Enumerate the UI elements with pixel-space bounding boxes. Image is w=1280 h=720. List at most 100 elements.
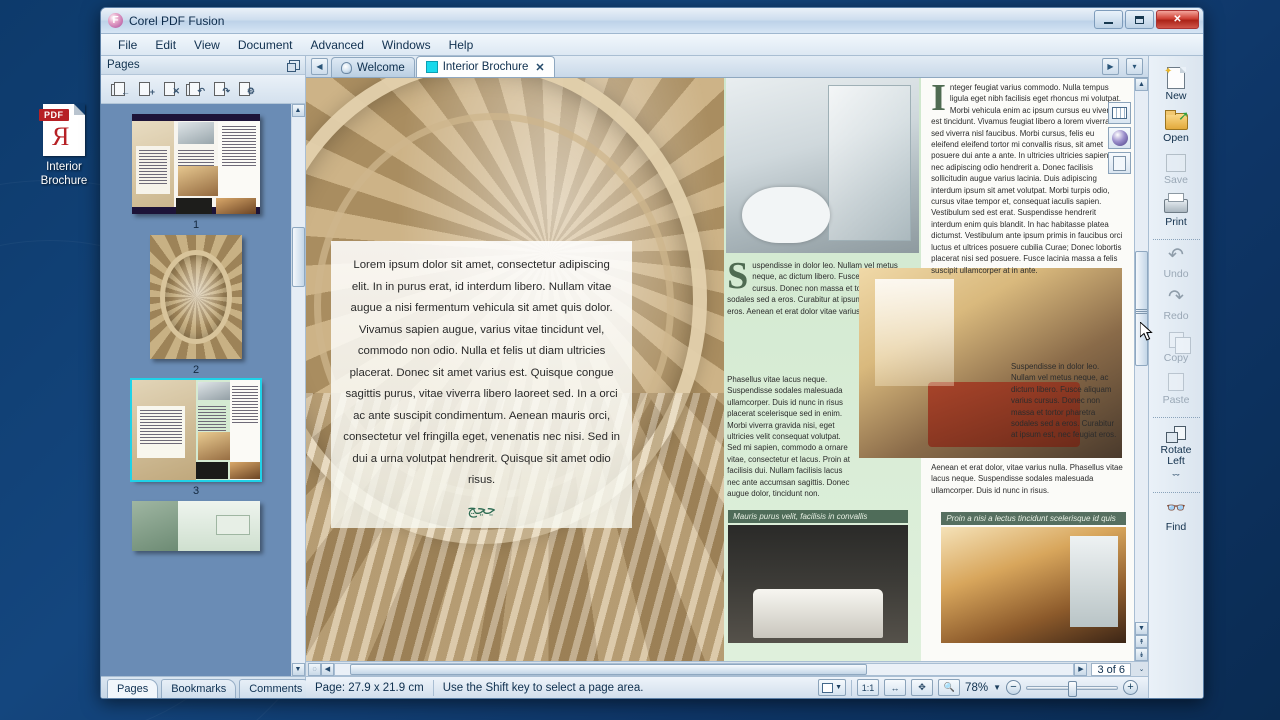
fit-page-icon[interactable]: ✥ xyxy=(911,679,933,696)
zoom-slider-knob[interactable] xyxy=(1068,681,1077,697)
thumbnail-scroll-track[interactable] xyxy=(292,117,305,663)
right-column-para1-text: nteger feugiat varius commodo. Nulla tem… xyxy=(931,83,1122,275)
page-scroll-down-button[interactable]: ▼ xyxy=(1135,622,1148,635)
page-vertical-scrollbar[interactable]: ▲ ▼ ↟ ↡ xyxy=(1134,78,1148,661)
scroll-up-button[interactable]: ▲ xyxy=(292,104,305,117)
hscroll-right-button[interactable]: ▶ xyxy=(1074,663,1087,676)
thumbnail-scroll-thumb[interactable] xyxy=(292,227,305,287)
toolbar-new-label: New xyxy=(1165,91,1186,102)
hscroll-split-button[interactable]: ◌ xyxy=(308,663,321,676)
delete-page-icon[interactable]: ✕ xyxy=(161,81,179,98)
tabs-scroll-right-button[interactable]: ▶ xyxy=(1102,58,1119,75)
caption-left: Mauris purus velit, facilisis in convall… xyxy=(728,510,908,523)
panel-tab-bookmarks[interactable]: Bookmarks xyxy=(161,679,236,698)
actual-size-icon[interactable]: 1:1 xyxy=(857,679,879,696)
insert-pages-icon[interactable]: ← xyxy=(111,81,129,98)
desktop-icon-interior-brochure[interactable]: Я PDF Interior Brochure xyxy=(22,104,106,188)
zoom-value[interactable]: 78% xyxy=(965,682,988,694)
append-pages-icon[interactable]: + xyxy=(136,81,154,98)
page-canvas[interactable]: Lorem ipsum dolor sit amet, consectetur … xyxy=(306,78,1134,661)
hscroll-track[interactable] xyxy=(334,663,1074,676)
page-layout-dropdown[interactable]: ▼ xyxy=(818,679,846,696)
tab-welcome[interactable]: Welcome xyxy=(331,57,415,77)
zoom-tool-icon[interactable]: 🔍 xyxy=(938,679,960,696)
rotate-left-pages-icon[interactable]: ↶ xyxy=(186,81,204,98)
extract-pages-icon[interactable]: ⚙ xyxy=(236,81,254,98)
float-panel-icon[interactable] xyxy=(289,60,300,70)
thumbnail-page-3[interactable] xyxy=(132,380,260,480)
toolbar-save-label: Save xyxy=(1164,175,1188,186)
page-indicator[interactable]: 3 of 6 xyxy=(1091,663,1131,676)
next-page-button[interactable]: ↡ xyxy=(1135,648,1148,661)
toolbar-copy-button[interactable]: Copy xyxy=(1151,329,1201,364)
tab-interior-brochure-label: Interior Brochure xyxy=(443,61,529,73)
menu-edit[interactable]: Edit xyxy=(146,36,185,54)
toolbar-print-label: Print xyxy=(1165,217,1187,228)
thumbnail-page-2[interactable] xyxy=(150,235,242,359)
page-indicator-expander-icon[interactable]: ⌄ xyxy=(1135,663,1148,676)
thumbnail-scrollbar[interactable]: ▲ ▼ xyxy=(291,104,305,676)
tab-welcome-label: Welcome xyxy=(357,62,405,74)
toolbar-open-button[interactable]: ➚ Open xyxy=(1151,109,1201,144)
desktop-icon-label: Interior Brochure xyxy=(22,160,106,188)
close-button[interactable]: ✕ xyxy=(1156,10,1199,29)
toolbar-expander-icon[interactable]: ˇˇ xyxy=(1172,474,1179,484)
toolbar-copy-label: Copy xyxy=(1164,353,1189,364)
menu-advanced[interactable]: Advanced xyxy=(302,36,373,54)
toolbar-undo-button[interactable]: ↶ Undo xyxy=(1151,245,1201,280)
menu-windows[interactable]: Windows xyxy=(373,36,440,54)
hscroll-thumb[interactable] xyxy=(350,664,867,675)
toolbar-paste-button[interactable]: Paste xyxy=(1151,371,1201,406)
thumbnail-page-4[interactable] xyxy=(132,501,260,551)
toolbar-save-button[interactable]: Save xyxy=(1151,151,1201,186)
thumbnail-item[interactable] xyxy=(101,501,291,551)
zoom-dropdown-icon[interactable]: ▼ xyxy=(993,683,1001,692)
toolbar-group-find: 👓 Find xyxy=(1153,492,1200,540)
thumbnail-item[interactable]: 3 xyxy=(101,380,291,497)
tabs-scroll-left-button[interactable]: ◀ xyxy=(311,58,328,75)
assembly-orb-icon[interactable] xyxy=(1108,127,1131,149)
zoom-in-button[interactable]: + xyxy=(1123,680,1138,695)
menu-document[interactable]: Document xyxy=(229,36,302,54)
scroll-thumb-grip-icon xyxy=(1136,309,1147,315)
toolbar-redo-button[interactable]: ↷ Redo xyxy=(1151,287,1201,322)
close-icon[interactable]: ✕ xyxy=(535,61,544,74)
zoom-out-button[interactable]: − xyxy=(1006,680,1021,695)
document-tab-strip: ◀ Welcome Interior Brochure ✕ ▶ ▾ xyxy=(306,56,1148,78)
thumbnail-page-1[interactable] xyxy=(132,114,260,214)
thumbnail-item[interactable]: 2 xyxy=(101,235,291,376)
fit-width-icon[interactable]: ↔ xyxy=(884,679,906,696)
menu-bar: File Edit View Document Advanced Windows… xyxy=(101,34,1203,56)
application-window: F Corel PDF Fusion ✕ File Edit View Docu… xyxy=(100,7,1204,699)
pages-panel-title: Pages xyxy=(107,59,140,71)
menu-file[interactable]: File xyxy=(109,36,146,54)
scroll-down-button[interactable]: ▼ xyxy=(292,663,305,676)
rotate-left-icon xyxy=(1166,426,1186,443)
toolbar-new-button[interactable]: ✦ New xyxy=(1151,67,1201,102)
previous-page-button[interactable]: ↟ xyxy=(1135,635,1148,648)
maximize-button[interactable] xyxy=(1125,10,1154,29)
toolbar-rotate-left-label: Rotate Left xyxy=(1151,445,1201,467)
thumbnail-item[interactable]: 1 xyxy=(101,114,291,231)
tab-interior-brochure[interactable]: Interior Brochure ✕ xyxy=(416,56,555,77)
rotate-right-pages-icon[interactable]: ↷ xyxy=(211,81,229,98)
menu-view[interactable]: View xyxy=(185,36,229,54)
menu-help[interactable]: Help xyxy=(440,36,483,54)
page-view-icon[interactable] xyxy=(1108,152,1131,174)
desktop-icon-label-line1: Interior xyxy=(46,161,82,173)
page-horizontal-scrollbar[interactable]: ◌ ◀ ▶ 3 of 6 ⌄ xyxy=(306,661,1148,676)
panel-tab-pages[interactable]: Pages xyxy=(107,679,158,698)
thumbnail-list[interactable]: 1 2 xyxy=(101,104,305,676)
zoom-slider[interactable] xyxy=(1026,686,1118,690)
page-scroll-up-button[interactable]: ▲ xyxy=(1135,78,1148,91)
title-bar[interactable]: F Corel PDF Fusion ✕ xyxy=(101,8,1203,34)
toolbar-find-button[interactable]: 👓 Find xyxy=(1151,498,1201,533)
thumbnail-grid-icon[interactable] xyxy=(1108,102,1131,124)
panel-tab-comments[interactable]: Comments xyxy=(239,679,312,698)
toolbar-rotate-left-button[interactable]: Rotate Left xyxy=(1151,423,1201,467)
tabs-list-button[interactable]: ▾ xyxy=(1126,58,1143,75)
page-scroll-track[interactable] xyxy=(1135,91,1148,622)
hscroll-left-button[interactable]: ◀ xyxy=(321,663,334,676)
toolbar-print-button[interactable]: Print xyxy=(1151,193,1201,228)
minimize-button[interactable] xyxy=(1094,10,1123,29)
